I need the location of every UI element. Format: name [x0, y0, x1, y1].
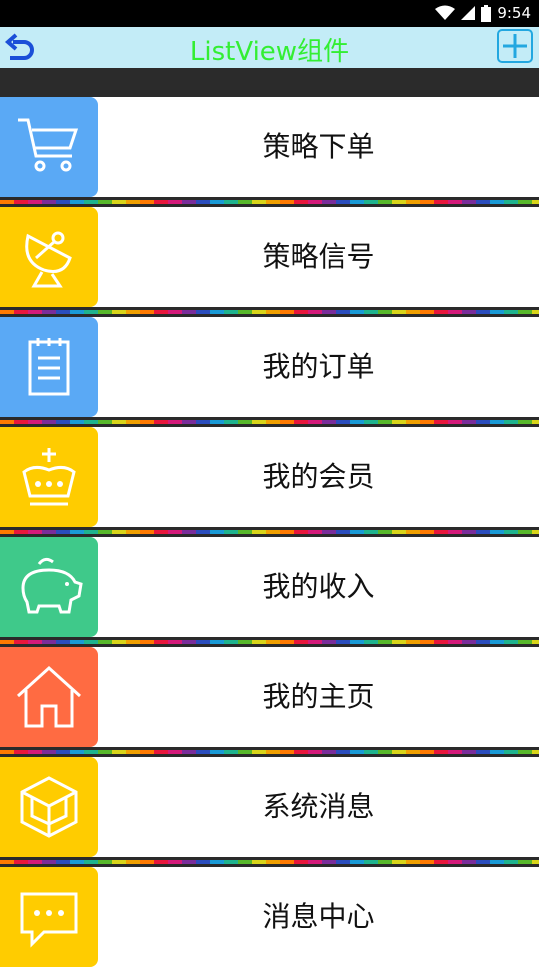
icon-tile: [0, 647, 98, 747]
piggy-bank-icon: [21, 557, 83, 614]
icon-tile: [0, 537, 98, 637]
item-label: 我的会员: [262, 460, 375, 493]
list-item-system-messages[interactable]: 系统消息: [0, 757, 539, 857]
battery-icon: [481, 4, 492, 22]
cube-icon: [20, 776, 78, 838]
page-title: ListView组件: [189, 37, 350, 67]
add-button[interactable]: [497, 29, 533, 63]
divider: [0, 307, 539, 317]
item-label: 策略信号: [262, 240, 375, 273]
notepad-icon: [28, 338, 70, 396]
home-icon: [16, 665, 82, 728]
crown-icon: [22, 448, 76, 506]
list-item-strategy-order[interactable]: 策略下单: [0, 97, 539, 197]
plus-icon: [503, 34, 527, 58]
item-label: 消息中心: [262, 900, 375, 933]
item-label: 我的收入: [262, 570, 375, 603]
divider: [0, 747, 539, 757]
wifi-icon: [435, 5, 456, 21]
list-item-message-center[interactable]: 消息中心: [0, 867, 539, 967]
icon-tile: [0, 97, 98, 197]
divider: [0, 637, 539, 647]
icon-tile: [0, 207, 98, 307]
list-item-strategy-signal[interactable]: 策略信号: [0, 207, 539, 307]
list-item-my-membership[interactable]: 我的会员: [0, 427, 539, 527]
icon-tile: [0, 757, 98, 857]
item-label: 我的主页: [262, 680, 375, 713]
title-bar: ListView组件: [0, 27, 539, 68]
clock: 9:54: [497, 4, 531, 22]
item-label: 系统消息: [262, 790, 375, 823]
divider: [0, 857, 539, 867]
list-item-my-homepage[interactable]: 我的主页: [0, 647, 539, 747]
item-label: 我的订单: [262, 350, 375, 383]
divider: [0, 417, 539, 427]
menu-list: 策略下单 策略信号 我的订单 我的会员 我的收入 我的主页 系统消息 消息中心: [0, 97, 539, 967]
chat-bubble-icon: [20, 892, 78, 948]
divider: [0, 527, 539, 537]
list-item-my-income[interactable]: 我的收入: [0, 537, 539, 637]
signal-icon: [461, 5, 476, 21]
header-strip: [0, 68, 539, 97]
icon-tile: [0, 427, 98, 527]
divider: [0, 197, 539, 207]
icon-tile: [0, 867, 98, 967]
status-bar: 9:54: [0, 0, 539, 27]
item-label: 策略下单: [262, 130, 375, 163]
cart-icon: [18, 118, 79, 172]
list-item-my-orders[interactable]: 我的订单: [0, 317, 539, 417]
satellite-dish-icon: [25, 231, 72, 288]
icon-tile: [0, 317, 98, 417]
